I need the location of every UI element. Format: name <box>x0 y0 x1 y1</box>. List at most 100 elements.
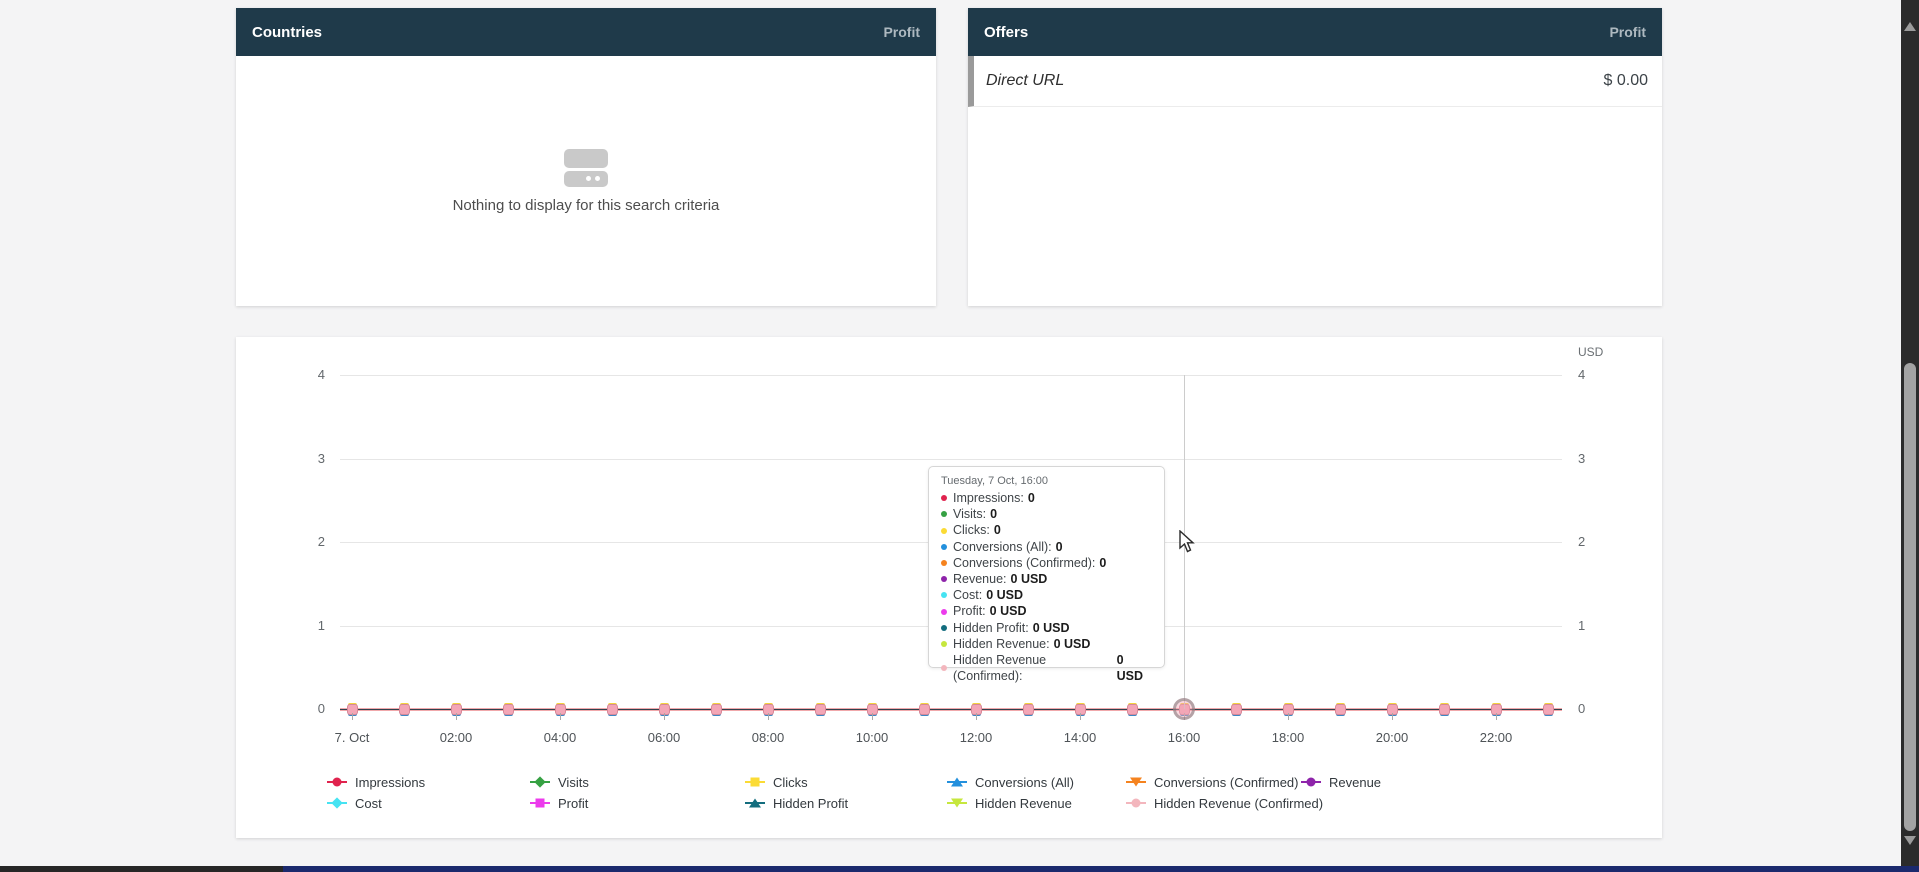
triangle-up-marker-icon <box>947 775 967 789</box>
circle-marker-icon <box>1301 775 1321 789</box>
tooltip-row: Cost:0 USD <box>941 587 1152 603</box>
data-point-marker-11:00[interactable] <box>919 704 930 715</box>
gridline-y3 <box>340 459 1562 460</box>
countries-panel-title: Countries <box>252 24 322 41</box>
countries-metric-header: Profit <box>883 24 920 40</box>
legend-item-hidden-revenue[interactable]: Hidden Revenue <box>947 796 1072 810</box>
x-axis-tick <box>768 713 769 720</box>
bottom-edge-bar <box>0 866 1919 872</box>
x-axis-label: 18:00 <box>1258 730 1318 745</box>
server-icon <box>564 149 608 187</box>
offer-row-direct-url[interactable]: Direct URL $ 0.00 <box>968 56 1662 107</box>
x-axis-label: 14:00 <box>1050 730 1110 745</box>
tooltip-row: Clicks:0 <box>941 522 1152 538</box>
diamond-marker-icon <box>327 796 347 810</box>
x-axis-label: 16:00 <box>1154 730 1214 745</box>
zero-value-line <box>340 708 1562 711</box>
series-color-dot <box>941 528 947 534</box>
x-axis-tick <box>560 713 561 720</box>
x-axis-label: 10:00 <box>842 730 902 745</box>
legend-item-visits[interactable]: Visits <box>530 775 589 789</box>
mouse-cursor-icon <box>1179 530 1197 554</box>
data-point-marker-03:00[interactable] <box>503 704 514 715</box>
gridline-y4 <box>340 375 1562 376</box>
legend-item-conversions-confirmed[interactable]: Conversions (Confirmed) <box>1126 775 1299 789</box>
tooltip-row: Conversions (All):0 <box>941 539 1152 555</box>
data-point-marker-17:00[interactable] <box>1231 704 1242 715</box>
countries-empty-state: Nothing to display for this search crite… <box>236 56 936 306</box>
countries-panel-header: Countries Profit <box>236 8 936 56</box>
series-color-dot <box>941 592 947 598</box>
tooltip-row: Revenue:0 USD <box>941 571 1152 587</box>
offers-panel-title: Offers <box>984 24 1028 41</box>
offer-name: Direct URL <box>986 72 1064 90</box>
data-point-marker-13:00[interactable] <box>1023 704 1034 715</box>
offers-metric-header: Profit <box>1609 24 1646 40</box>
legend-label: Revenue <box>1329 775 1381 790</box>
data-point-marker-01:00[interactable] <box>399 704 410 715</box>
legend-label: Profit <box>558 796 588 811</box>
y-axis-label-left: 4 <box>285 367 325 382</box>
legend-label: Conversions (All) <box>975 775 1074 790</box>
tooltip-row: Visits:0 <box>941 506 1152 522</box>
hovered-point-halo <box>1173 698 1195 720</box>
countries-panel: Countries Profit Nothing to display for … <box>236 8 936 306</box>
legend-label: Visits <box>558 775 589 790</box>
scroll-up-icon[interactable] <box>1904 22 1916 31</box>
data-point-marker-21:00[interactable] <box>1439 704 1450 715</box>
legend-label: Hidden Revenue (Confirmed) <box>1154 796 1323 811</box>
y-axis-label-left: 1 <box>285 618 325 633</box>
offers-panel: Offers Profit Direct URL $ 0.00 <box>968 8 1662 306</box>
legend-item-profit[interactable]: Profit <box>530 796 588 810</box>
legend-item-clicks[interactable]: Clicks <box>745 775 808 789</box>
series-color-dot <box>941 511 947 517</box>
x-axis-label: 06:00 <box>634 730 694 745</box>
y-axis-label-right: 4 <box>1578 367 1618 382</box>
tooltip-row: Hidden Revenue:0 USD <box>941 636 1152 652</box>
bottom-edge-bar-left <box>0 866 283 872</box>
y-axis-label-left: 0 <box>285 701 325 716</box>
legend-item-hidden-revenue-confirmed[interactable]: Hidden Revenue (Confirmed) <box>1126 796 1323 810</box>
legend-item-hidden-profit[interactable]: Hidden Profit <box>745 796 848 810</box>
x-axis-label: 22:00 <box>1466 730 1526 745</box>
legend-label: Clicks <box>773 775 808 790</box>
data-point-marker-09:00[interactable] <box>815 704 826 715</box>
tooltip-title: Tuesday, 7 Oct, 16:00 <box>941 475 1152 487</box>
series-color-dot <box>941 609 947 615</box>
legend-label: Hidden Profit <box>773 796 848 811</box>
scroll-down-icon[interactable] <box>1904 836 1916 845</box>
y-axis-label-left: 2 <box>285 534 325 549</box>
x-axis-label: 02:00 <box>426 730 486 745</box>
legend-item-revenue[interactable]: Revenue <box>1301 775 1381 789</box>
legend-item-conversions-all[interactable]: Conversions (All) <box>947 775 1074 789</box>
series-color-dot <box>941 625 947 631</box>
chart-panel: USD 44332211007. Oct02:0004:0006:0008:00… <box>236 337 1662 838</box>
scrollbar-thumb[interactable] <box>1904 363 1916 831</box>
series-color-dot <box>941 576 947 582</box>
x-axis-tick <box>1080 713 1081 720</box>
data-point-marker-07:00[interactable] <box>711 704 722 715</box>
data-point-marker-23:00[interactable] <box>1543 704 1554 715</box>
legend-label: Impressions <box>355 775 425 790</box>
x-axis-tick <box>664 713 665 720</box>
vertical-scrollbar[interactable] <box>1901 0 1919 866</box>
x-axis-label: 04:00 <box>530 730 590 745</box>
series-color-dot <box>941 495 947 501</box>
x-axis-tick <box>1288 713 1289 720</box>
tooltip-row: Hidden Revenue (Confirmed):0 USD <box>941 652 1152 684</box>
empty-state-message: Nothing to display for this search crite… <box>453 197 720 214</box>
y-axis-label-right: 0 <box>1578 701 1618 716</box>
tooltip-row: Impressions:0 <box>941 490 1152 506</box>
data-point-marker-05:00[interactable] <box>607 704 618 715</box>
tooltip-row: Profit:0 USD <box>941 603 1152 619</box>
data-point-marker-15:00[interactable] <box>1127 704 1138 715</box>
legend-item-cost[interactable]: Cost <box>327 796 382 810</box>
legend-item-impressions[interactable]: Impressions <box>327 775 425 789</box>
x-axis-label: 12:00 <box>946 730 1006 745</box>
data-point-marker-19:00[interactable] <box>1335 704 1346 715</box>
series-color-dot <box>941 544 947 550</box>
circle-marker-icon <box>1126 796 1146 810</box>
offer-profit-value: $ 0.00 <box>1604 72 1648 90</box>
x-axis-tick <box>872 713 873 720</box>
square-marker-icon <box>745 775 765 789</box>
